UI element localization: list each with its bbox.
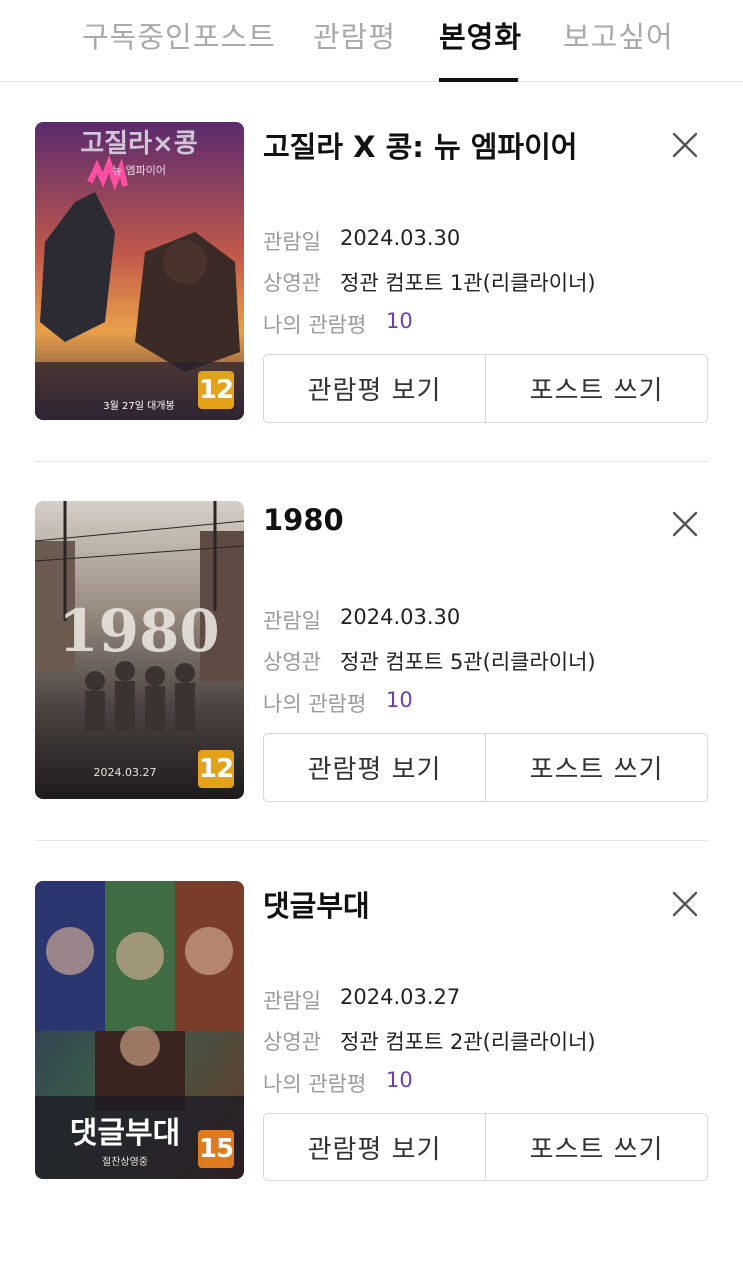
my-review-label: 나의 관람평	[263, 692, 367, 716]
card-actions: 관람평 보기 포스트 쓰기	[263, 354, 708, 423]
age-rating-badge: 12	[198, 750, 234, 788]
movie-poster[interactable]: 1980 2024.03.27 12	[35, 501, 244, 799]
poster-subtitle: 뉴 엠파이어	[112, 164, 166, 177]
tab-subscribed-posts[interactable]: 구독중인포스트	[82, 14, 276, 82]
theater-value: 정관 컴포트 2관(리클라이너)	[340, 1030, 596, 1054]
movie-title[interactable]: 1980	[263, 503, 344, 537]
tab-want-to-watch[interactable]: 보고싶어	[563, 14, 674, 82]
theater-label: 상영관	[263, 271, 321, 295]
tab-reviews[interactable]: 관람평	[313, 14, 396, 82]
tab-watched-movies[interactable]: 본영화	[439, 14, 521, 82]
movie-poster[interactable]: 고질라×콩 뉴 엠파이어 3월 27일 대개봉 12	[35, 122, 244, 420]
movie-card: 고질라×콩 뉴 엠파이어 3월 27일 대개봉 12 고질라 X 콩: 뉴 엠파…	[0, 122, 743, 502]
poster-release: 3월 27일 대개봉	[103, 400, 174, 412]
movie-card: 댓글부대 절찬상영중 15 댓글부대 관람일 2024.03.27 상영관 정관…	[0, 881, 743, 1261]
age-rating-badge: 15	[198, 1130, 234, 1168]
theater-label: 상영관	[263, 650, 321, 674]
my-review-label: 나의 관람평	[263, 1072, 367, 1096]
movie-title[interactable]: 고질라 X 콩: 뉴 엠파이어	[263, 124, 577, 166]
view-review-button[interactable]: 관람평 보기	[264, 734, 485, 801]
write-post-button[interactable]: 포스트 쓰기	[485, 355, 707, 422]
poster-title: 고질라×콩	[80, 129, 197, 159]
card-actions: 관람평 보기 포스트 쓰기	[263, 1113, 708, 1181]
close-icon[interactable]	[668, 887, 702, 921]
watch-date: 2024.03.30	[340, 226, 461, 250]
write-post-button[interactable]: 포스트 쓰기	[485, 734, 707, 801]
poster-title: 1980	[58, 597, 219, 665]
card-actions: 관람평 보기 포스트 쓰기	[263, 733, 708, 802]
write-post-button[interactable]: 포스트 쓰기	[485, 1114, 707, 1180]
date-label: 관람일	[263, 989, 321, 1013]
poster-title: 댓글부대	[70, 1116, 180, 1151]
my-review-score: 10	[386, 309, 413, 333]
close-icon[interactable]	[668, 128, 702, 162]
theater-label: 상영관	[263, 1030, 321, 1054]
watch-date: 2024.03.27	[340, 985, 461, 1009]
movie-poster[interactable]: 댓글부대 절찬상영중 15	[35, 881, 244, 1179]
age-rating-badge: 12	[198, 371, 234, 409]
my-review-label: 나의 관람평	[263, 313, 367, 337]
close-icon[interactable]	[668, 507, 702, 541]
movie-title[interactable]: 댓글부대	[263, 883, 370, 925]
theater-value: 정관 컴포트 5관(리클라이너)	[340, 650, 596, 674]
watch-date: 2024.03.30	[340, 605, 461, 629]
my-review-score: 10	[386, 1068, 413, 1092]
date-label: 관람일	[263, 230, 321, 254]
date-label: 관람일	[263, 609, 321, 633]
view-review-button[interactable]: 관람평 보기	[264, 1114, 485, 1180]
divider	[35, 840, 708, 841]
divider	[35, 461, 708, 462]
movie-card: 1980 2024.03.27 12 1980 관람일 2024.03.30 상…	[0, 501, 743, 881]
my-review-score: 10	[386, 688, 413, 712]
poster-release: 2024.03.27	[94, 766, 157, 779]
theater-value: 정관 컴포트 1관(리클라이너)	[340, 271, 596, 295]
poster-release: 절찬상영중	[102, 1155, 148, 1168]
tab-bar: 구독중인포스트 관람평 본영화 보고싶어	[0, 0, 743, 82]
view-review-button[interactable]: 관람평 보기	[264, 355, 485, 422]
